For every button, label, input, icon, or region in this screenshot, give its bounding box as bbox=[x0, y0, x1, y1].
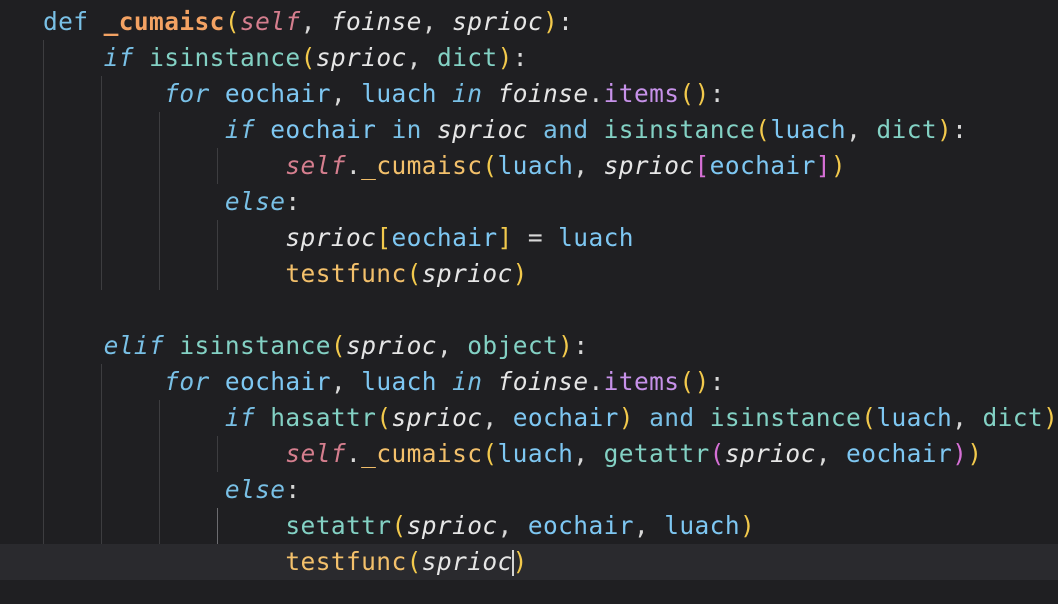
code-line[interactable]: testfunc(sprioc) bbox=[0, 256, 1058, 292]
code-line-current[interactable]: testfunc(sprioc) bbox=[0, 544, 1058, 580]
code-line[interactable]: self._cumaisc(luach, getattr(sprioc, eoc… bbox=[0, 436, 1058, 472]
code-line-text: else: bbox=[224, 475, 301, 504]
code-line[interactable]: setattr(sprioc, eochair, luach) bbox=[0, 508, 1058, 544]
code-line-text: if isinstance(sprioc, dict): bbox=[103, 43, 528, 72]
code-line-text: def _cumaisc(self, foinse, sprioc): bbox=[43, 7, 574, 36]
code-line[interactable]: if eochair in sprioc and isinstance(luac… bbox=[0, 112, 1058, 148]
code-line-text: testfunc(sprioc) bbox=[285, 547, 528, 576]
code-line-text: else: bbox=[224, 187, 301, 216]
code-line-text: elif isinstance(sprioc, object): bbox=[103, 331, 589, 360]
code-line-text: for eochair, luach in foinse.items(): bbox=[164, 367, 725, 396]
code-line[interactable]: for eochair, luach in foinse.items(): bbox=[0, 76, 1058, 112]
code-line-text: setattr(sprioc, eochair, luach) bbox=[285, 511, 756, 540]
code-line[interactable]: else: bbox=[0, 472, 1058, 508]
code-line[interactable]: elif isinstance(sprioc, object): bbox=[0, 328, 1058, 364]
code-line-text: self._cumaisc(luach, sprioc[eochair]) bbox=[285, 151, 847, 180]
code-line[interactable]: if isinstance(sprioc, dict): bbox=[0, 40, 1058, 76]
code-line[interactable]: for eochair, luach in foinse.items(): bbox=[0, 364, 1058, 400]
code-editor[interactable]: def _cumaisc(self, foinse, sprioc): if i… bbox=[0, 0, 1058, 604]
code-line-text: self._cumaisc(luach, getattr(sprioc, eoc… bbox=[285, 439, 983, 468]
code-line[interactable]: else: bbox=[0, 184, 1058, 220]
code-line[interactable]: self._cumaisc(luach, sprioc[eochair]) bbox=[0, 148, 1058, 184]
code-line-text: testfunc(sprioc) bbox=[285, 259, 528, 288]
code-line[interactable] bbox=[0, 292, 1058, 328]
code-line-text: if hasattr(sprioc, eochair) and isinstan… bbox=[224, 403, 1058, 432]
code-line[interactable]: sprioc[eochair] = luach bbox=[0, 220, 1058, 256]
code-line[interactable]: def _cumaisc(self, foinse, sprioc): bbox=[0, 4, 1058, 40]
code-line-text: for eochair, luach in foinse.items(): bbox=[164, 79, 725, 108]
code-line-text: sprioc[eochair] = luach bbox=[285, 223, 634, 252]
code-line-text: if eochair in sprioc and isinstance(luac… bbox=[224, 115, 968, 144]
code-line[interactable]: if hasattr(sprioc, eochair) and isinstan… bbox=[0, 400, 1058, 436]
